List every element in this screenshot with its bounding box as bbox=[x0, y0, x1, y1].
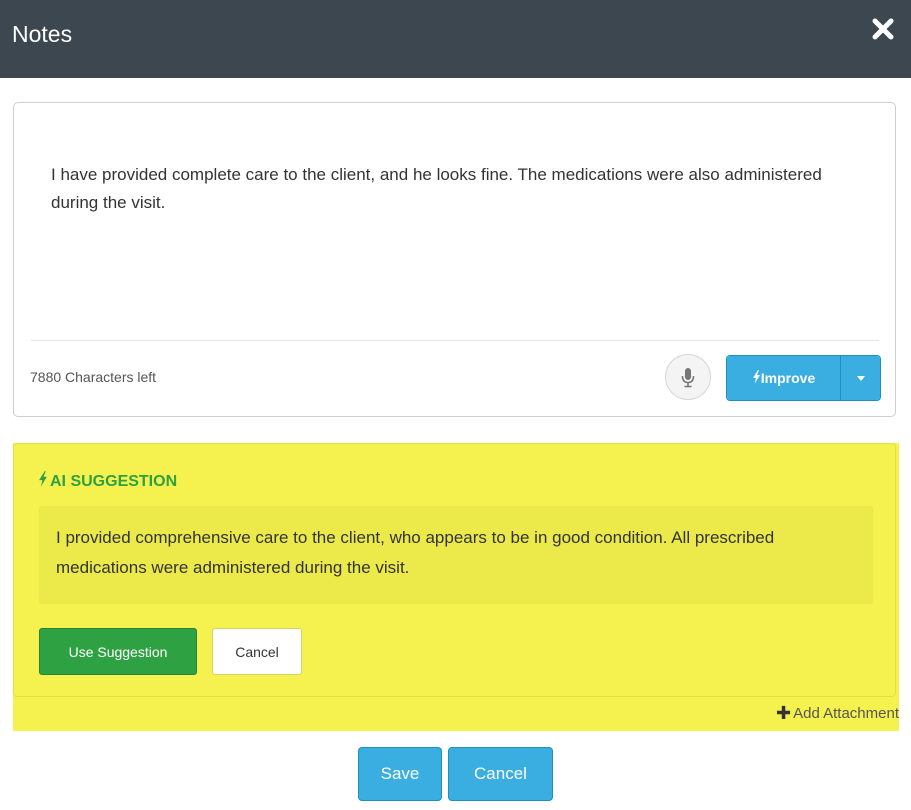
improve-dropdown-toggle[interactable] bbox=[840, 356, 880, 400]
add-attachment-link[interactable]: ✚ Add Attachment bbox=[776, 703, 899, 724]
add-attachment-label: Add Attachment bbox=[793, 705, 899, 722]
ai-suggestion-box: I provided comprehensive care to the cli… bbox=[39, 506, 873, 604]
cancel-button[interactable]: Cancel bbox=[448, 747, 553, 801]
ai-suggestion-panel: AI SUGGESTION I provided comprehensive c… bbox=[13, 443, 896, 697]
plus-icon: ✚ bbox=[776, 703, 792, 723]
improve-button-group: Improve bbox=[726, 355, 881, 401]
save-button[interactable]: Save bbox=[358, 747, 442, 801]
ai-suggestion-text: I provided comprehensive care to the cli… bbox=[56, 528, 775, 577]
improve-button[interactable]: Improve bbox=[727, 356, 840, 400]
note-text[interactable]: I have provided complete care to the cli… bbox=[51, 161, 861, 217]
dialog-title: Notes bbox=[12, 21, 73, 47]
use-suggestion-button[interactable]: Use Suggestion bbox=[39, 628, 197, 675]
ai-suggestion-heading-label: AI SUGGESTION bbox=[50, 472, 178, 490]
caret-down-icon bbox=[856, 375, 865, 381]
ai-cancel-button[interactable]: Cancel bbox=[212, 628, 302, 675]
note-editor[interactable]: I have provided complete care to the cli… bbox=[13, 102, 896, 417]
lightning-bolt-icon bbox=[752, 369, 761, 387]
divider bbox=[31, 340, 879, 341]
ai-suggestion-heading: AI SUGGESTION bbox=[38, 471, 177, 492]
dialog-header: Notes bbox=[0, 0, 911, 78]
characters-left: 7880 Characters left bbox=[30, 369, 157, 385]
improve-label: Improve bbox=[760, 370, 816, 386]
microphone-button[interactable] bbox=[665, 354, 711, 400]
ai-suggestion-highlight: AI SUGGESTION I provided comprehensive c… bbox=[13, 443, 899, 731]
close-button[interactable] bbox=[871, 17, 895, 41]
close-icon bbox=[871, 17, 895, 41]
lightning-bolt-icon bbox=[38, 471, 50, 492]
